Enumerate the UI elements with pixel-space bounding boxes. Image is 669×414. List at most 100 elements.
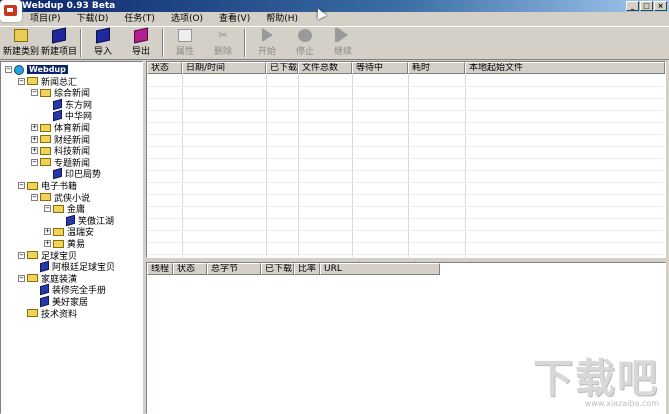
tree-node[interactable]: 东方网 [44,98,92,111]
expand-icon[interactable]: + [31,124,38,131]
tree-node[interactable]: + 体育新闻 [31,122,90,134]
tree-node[interactable]: 笑傲江湖 [57,214,114,227]
expand-icon[interactable]: + [44,240,51,247]
row-gridline [147,86,665,87]
new-category-button[interactable]: 新建类别 [2,27,40,59]
tree-node[interactable]: + 财经新闻 [31,134,90,146]
tree-node[interactable]: 装修完全手册 [31,284,106,296]
folder-icon [53,239,64,248]
import-label: 导入 [93,47,112,57]
minimize-button[interactable]: _ [626,1,639,11]
task-column-header[interactable]: 等待中 [352,62,408,74]
thread-column-header[interactable]: 状态 [173,263,207,275]
thread-column-header[interactable]: 总字节 [207,263,261,275]
globe-icon [14,64,24,75]
folder-icon [53,204,64,213]
delete-label: 删除 [213,47,232,57]
collapse-icon[interactable]: − [5,66,12,73]
tree-node[interactable]: 中华网 [44,110,92,122]
folder-icon [53,227,64,236]
thread-column-header[interactable]: 已下载 [261,263,294,275]
category-tree[interactable]: − Webdup − 新闻总汇 − 综合新闻 东方网 中华网 + 体育新闻 + 财经新闻 + 科技新闻 − 专… [0,61,143,414]
tree-node[interactable]: 阿根廷足球宝贝 [31,260,115,273]
collapse-icon[interactable]: − [18,251,25,259]
folder-icon [40,158,51,167]
row-gridline [147,122,665,123]
task-column-header[interactable]: 日期/时间 [182,62,266,74]
row-gridline [147,218,665,219]
tree-node[interactable]: − 新闻总汇 [18,76,77,88]
tree-node-label: Webdup [27,65,68,74]
stop-button[interactable]: 停止 [286,27,324,59]
folder-icon [40,135,51,144]
task-column-header[interactable]: 耗时 [408,62,465,74]
tree-node[interactable]: − 金庸 [44,203,85,215]
window-title: Webdup 0.93 Beta [22,1,116,11]
new-category-label: 新建类别 [2,47,39,57]
menu-help[interactable]: 帮助(H) [258,12,306,26]
collapse-icon[interactable]: − [31,89,38,97]
tree-node[interactable]: − 足球宝贝 [18,250,77,262]
row-gridline [147,230,665,231]
task-column-header[interactable]: 已下载 [266,62,298,74]
tree-node[interactable]: − 家庭装潢 [18,273,77,285]
tree-node[interactable]: + 温瑞安 [44,226,94,238]
import-button[interactable]: 导入 [84,27,122,59]
task-column-header[interactable]: 本地起始文件 [465,62,665,74]
expand-icon[interactable]: + [44,228,51,236]
folder-icon [27,251,38,260]
menu-download[interactable]: 下载(D) [68,12,116,26]
folder-icon [40,193,51,202]
thread-column-header[interactable]: URL [320,263,440,275]
task-list-header: 状态 日期/时间 已下载 文件总数 等待中 耗时 本地起始文件 [147,62,665,74]
close-button[interactable]: × [654,1,667,11]
title-bar: Webdup 0.93 Beta _ □ × [0,0,669,12]
thread-column-header[interactable]: 线程 [147,263,173,275]
export-label: 导出 [131,47,150,57]
row-gridline [147,170,665,171]
menu-options[interactable]: 选项(O) [163,12,211,26]
delete-button[interactable]: ✂ 删除 [204,27,242,59]
collapse-icon[interactable]: − [18,182,25,189]
task-list[interactable]: 状态 日期/时间 已下载 文件总数 等待中 耗时 本地起始文件 [146,61,666,258]
tree-node[interactable]: − Webdup [5,64,68,75]
app-icon[interactable] [0,0,22,22]
menu-view[interactable]: 查看(V) [211,12,258,26]
export-button[interactable]: 导出 [122,27,160,59]
toolbar-separator [244,29,246,57]
tree-node[interactable]: − 电子书籍 [18,180,77,192]
folder-icon [40,123,51,132]
expand-icon[interactable]: + [31,135,38,143]
tree-node[interactable]: 印巴局势 [44,168,101,180]
tree-node[interactable]: + 科技新闻 [31,145,90,157]
tree-node[interactable]: + 黄易 [44,238,85,250]
collapse-icon[interactable]: − [44,205,51,213]
new-project-button[interactable]: 新建项目 [40,27,78,59]
tree-node-label: 技术资料 [41,309,78,320]
menu-task[interactable]: 任务(T) [116,12,163,26]
start-label: 开始 [257,47,276,57]
tree-node[interactable]: − 专题新闻 [31,157,90,169]
row-gridline [147,242,665,243]
tree-node[interactable]: − 武侠小说 [31,192,90,204]
maximize-button[interactable]: □ [640,1,653,11]
collapse-icon[interactable]: − [31,193,38,201]
resume-button[interactable]: 继续 [324,27,362,59]
start-button[interactable]: 开始 [248,27,286,59]
collapse-icon[interactable]: − [18,274,25,282]
task-column-header[interactable]: 文件总数 [298,62,352,74]
expand-icon[interactable]: + [31,147,38,155]
menu-project[interactable]: 项目(P) [22,12,68,26]
collapse-icon[interactable]: − [18,77,25,85]
task-column-header[interactable]: 状态 [147,62,182,74]
toolbar-separator [80,29,82,57]
tree-node[interactable]: 技术资料 [18,308,78,320]
tree-node[interactable]: − 综合新闻 [31,87,90,99]
thread-column-header[interactable]: 比率 [294,263,320,275]
tree-node[interactable]: 美好家居 [31,295,88,308]
delete-icon: ✂ [217,28,229,42]
properties-button[interactable]: 属性 [166,27,204,59]
row-gridline [147,158,665,159]
collapse-icon[interactable]: − [31,158,38,166]
book-icon [40,284,49,296]
